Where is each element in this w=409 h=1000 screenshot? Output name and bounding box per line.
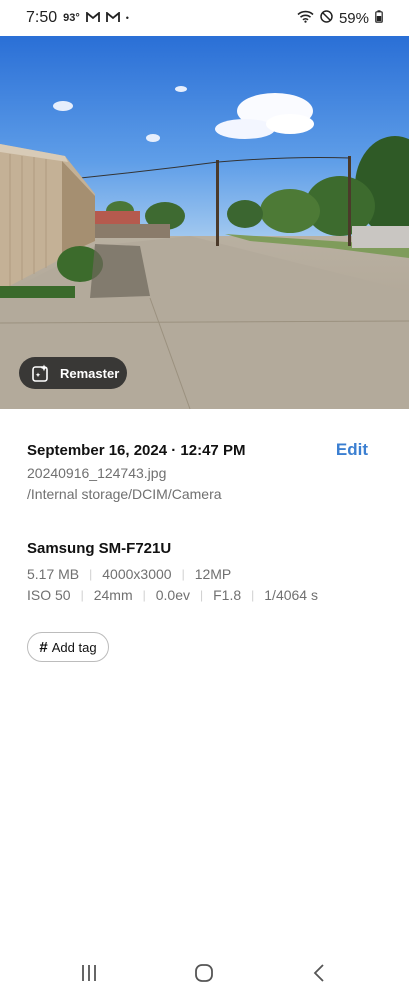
back-icon [313,964,324,982]
megapixels: 12MP [194,566,232,582]
status-bar: 7:50 93° • 59% [0,0,409,36]
clock: 7:50 [26,9,58,26]
photo-details: September 16, 2024 · 12:47 PM Edit 20240… [27,440,382,502]
photo-preview[interactable] [0,36,409,409]
battery-icon [375,9,383,27]
recent-apps-icon [82,965,96,981]
notification-dot: • [125,13,129,23]
capture-date: September 16, 2024 · 12:47 PM [27,441,246,459]
image-properties-row: 5.17 MB | 4000x3000 | 12MP [27,566,231,582]
aperture: F1.8 [213,587,242,603]
file-path: /Internal storage/DCIM/Camera [27,486,222,502]
exposure-value: 0.0ev [155,587,190,603]
remaster-sparkle-icon [31,363,51,383]
recent-apps-button[interactable] [69,955,109,991]
home-icon [195,964,213,982]
hashtag-icon: # [39,638,48,656]
gmail-icon [105,10,120,27]
separator: | [181,567,185,581]
battery-percent: 59% [338,9,369,27]
date-row: September 16, 2024 · 12:47 PM Edit [27,440,382,460]
wifi-icon [297,10,314,27]
separator: | [200,588,204,602]
separator: | [251,588,255,602]
camera-settings-row: ISO 50 | 24mm | 0.0ev | F1.8 | 1/4064 s [27,587,318,603]
separator: | [142,588,146,602]
file-name: 20240916_124743.jpg [27,465,167,481]
edit-button[interactable]: Edit [336,440,368,460]
back-button[interactable] [299,955,339,991]
status-right: 59% [297,10,383,27]
add-tag-button[interactable]: # Add tag [27,632,109,662]
remaster-button[interactable]: Remaster [19,357,127,389]
iso-value: ISO 50 [27,587,71,603]
add-tag-label: Add tag [51,639,97,655]
separator: | [80,588,84,602]
resolution: 4000x3000 [102,566,172,582]
do-not-disturb-icon [320,9,333,27]
remaster-label: Remaster [60,365,120,381]
focal-length: 24mm [93,587,133,603]
navigation-bar [0,945,409,1000]
home-button[interactable] [184,955,224,991]
gmail-icon [85,10,100,27]
shutter-speed: 1/4064 s [264,587,318,603]
file-size: 5.17 MB [27,566,80,582]
status-left: 7:50 93° • [26,9,129,27]
device-model: Samsung SM-F721U [27,540,172,557]
separator: | [89,567,93,581]
photo-image [0,36,409,409]
temperature: 93° [63,12,80,24]
